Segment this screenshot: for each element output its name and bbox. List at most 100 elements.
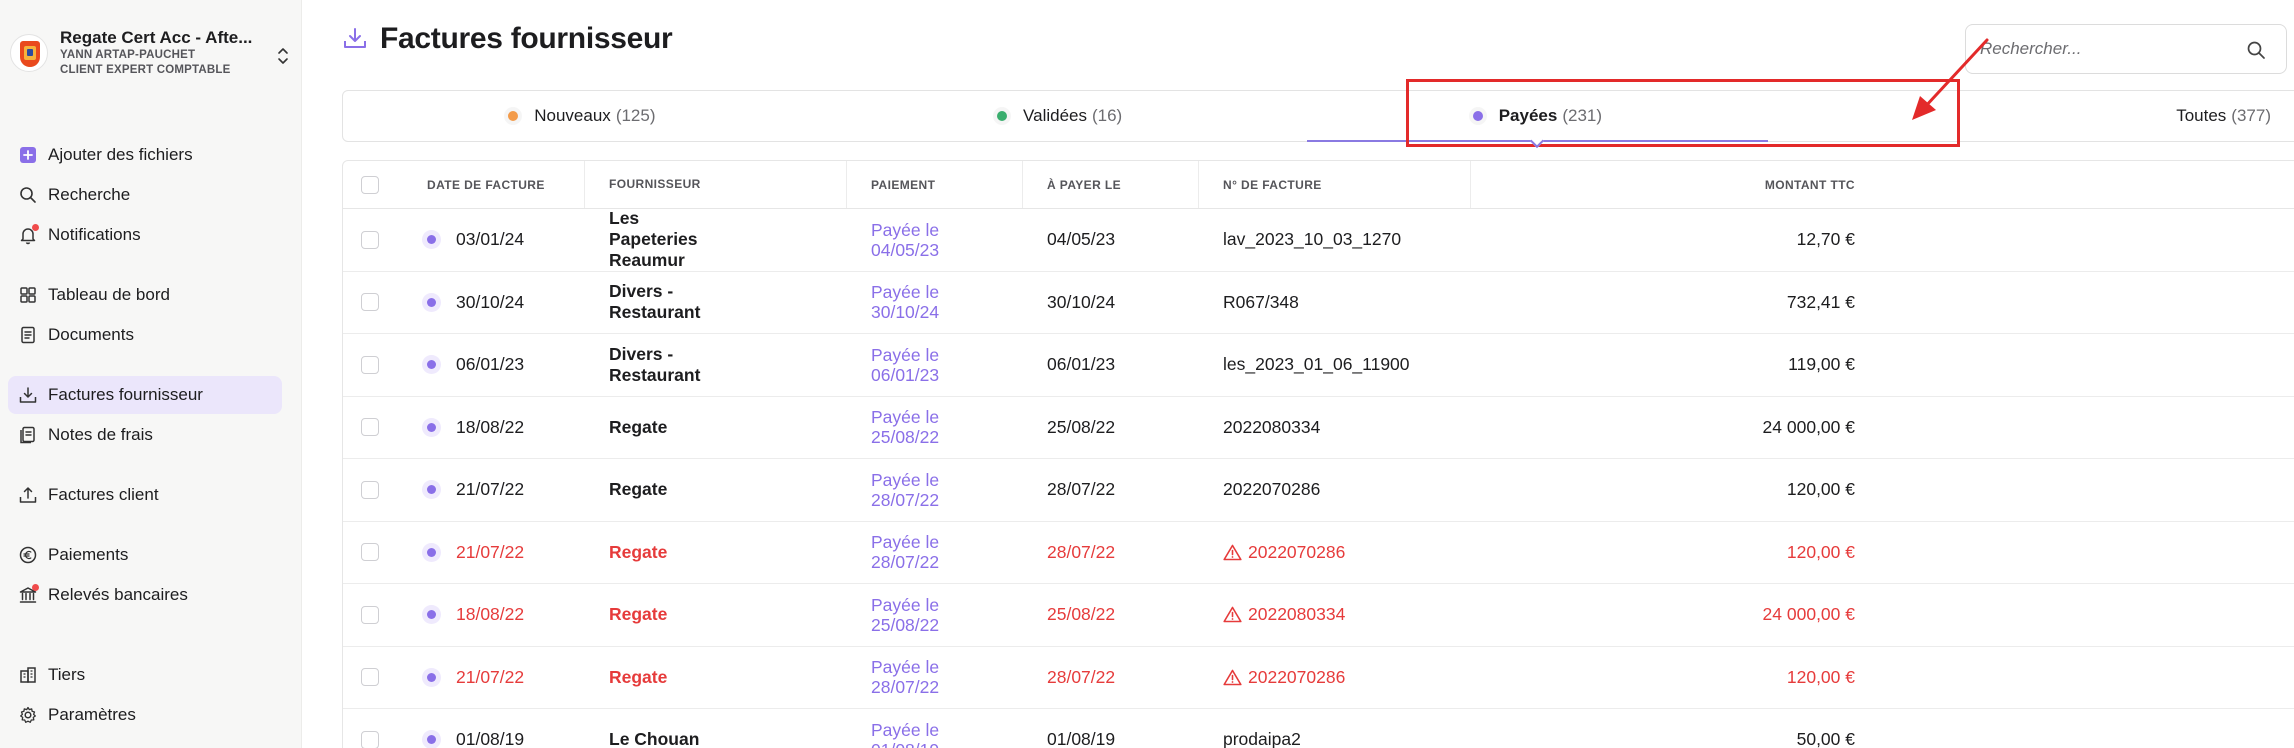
status-dot-icon [997,111,1008,121]
paid-status-icon [427,485,436,495]
invoice-date-cell: 01/08/19 [403,709,585,748]
table-row[interactable]: 21/07/22 Regate Payée le 28/07/22 28/07/22 2… [343,522,2294,584]
payment-cell: Payée le 28/07/22 [847,459,1023,521]
table-row[interactable]: 03/01/24 Les Papeteries Reaumur Payée le 0… [343,208,2294,272]
invoice-table: DATE DE FACTURE FOURNISSEUR PAIEMENT À P… [342,160,2294,748]
tab-count: (125) [615,106,656,125]
amount-cell: 119,00 € [1471,334,1875,396]
sidebar-item-documents[interactable]: Documents [8,316,282,354]
sidebar-item-label: Factures fournisseur [48,385,203,404]
sidebar-item-label: Paramètres [48,705,136,724]
select-all-checkbox[interactable] [361,175,379,194]
invoice-date: 21/07/22 [456,666,525,687]
row-checkbox[interactable] [361,543,379,562]
payment-cell: Payée le 04/05/23 [847,209,1023,271]
row-checkbox[interactable] [361,355,379,374]
row-checkbox[interactable] [361,418,379,437]
sidebar-item-label: Relevés bancaires [48,585,188,604]
tab-label: Nouveaux [534,106,611,125]
sidebar-item-releves-bancaires[interactable]: Relevés bancaires [8,576,282,614]
invoice-number-cell: prodaipa2 [1199,709,1471,748]
column-header-due-date[interactable]: À PAYER LE [1023,161,1199,208]
sidebar-item-notifications[interactable]: Notifications [8,216,282,254]
search-icon[interactable] [2246,40,2266,60]
sidebar-item-label: Tableau de bord [48,285,170,304]
invoice-number-cell: 2022070286 [1199,647,1471,709]
due-date: 30/10/24 [1047,291,1116,312]
document-icon [18,325,38,345]
tab-nouveaux[interactable]: Nouveaux (125) [343,91,821,141]
supplier-name: Regate [609,666,668,687]
tab-payees[interactable]: Payées (231) [1299,91,1777,142]
due-date: 01/08/19 [1047,729,1116,748]
column-header-supplier[interactable]: FOURNISSEUR [585,161,847,208]
sidebar-item-label: Paiements [48,545,129,564]
amount-ttc: 120,00 € [1786,541,1855,562]
invoice-date-cell: 06/01/23 [403,334,585,396]
paid-status-icon [427,735,436,745]
invoice-date: 30/10/24 [456,291,525,312]
sidebar-item-label: Factures client [48,485,159,504]
amount-cell: 12,70 € [1471,209,1875,271]
sidebar-item-paiements[interactable]: Paiements [8,536,282,574]
column-header-payment[interactable]: PAIEMENT [847,161,1023,208]
table-row[interactable]: 21/07/22 Regate Payée le 28/07/22 28/07/22 2… [343,647,2294,709]
sidebar-item-tiers[interactable]: Tiers [8,656,282,694]
page-header: Factures fournisseur [342,22,673,56]
due-date: 25/08/22 [1047,416,1116,437]
row-checkbox[interactable] [361,230,379,249]
table-row[interactable]: 01/08/19 Le Chouan Payée le 01/08/19 01/08/… [343,709,2294,748]
organization-switcher[interactable]: Regate Cert Acc - Afte... YANN ARTAP-PAU… [10,28,290,90]
sidebar-item-parametres[interactable]: Paramètres [8,696,282,734]
invoice-date-cell: 18/08/22 [403,584,585,646]
due-date: 06/01/23 [1047,354,1116,375]
supplier-cell: Regate [585,397,847,459]
column-header-date[interactable]: DATE DE FACTURE [403,161,585,208]
row-checkbox[interactable] [361,668,379,687]
sidebar-item-ajouter-des-fichiers[interactable]: Ajouter des fichiers [8,136,282,174]
search-icon [18,185,38,205]
due-date-cell: 25/08/22 [1023,584,1199,646]
search-box[interactable] [1965,24,2287,74]
sidebar-item-notes-de-frais[interactable]: Notes de frais [8,416,282,454]
amount-ttc: 732,41 € [1786,291,1855,312]
amount-ttc: 119,00 € [1788,354,1855,375]
paid-status-icon [427,547,436,557]
sidebar-item-recherche[interactable]: Recherche [8,176,282,214]
invoice-date: 18/08/22 [456,416,525,437]
row-select-cell [343,334,403,396]
invoice-date-cell: 21/07/22 [403,647,585,709]
row-checkbox[interactable] [361,730,379,748]
payment-cell: Payée le 01/08/19 [847,709,1023,748]
invoice-date-cell: 30/10/24 [403,272,585,334]
column-header-invoice-number[interactable]: N° DE FACTURE [1199,161,1471,208]
sidebar-item-tableau-de-bord[interactable]: Tableau de bord [8,276,282,314]
table-row[interactable]: 21/07/22 Regate Payée le 28/07/22 28/07/22 2… [343,459,2294,522]
table-row[interactable]: 18/08/22 Regate Payée le 25/08/22 25/08/22 2… [343,584,2294,647]
sidebar-item-label: Notes de frais [48,425,153,444]
sidebar-item-factures-fournisseur[interactable]: Factures fournisseur [8,376,282,414]
supplier-cell: Regate [585,522,847,584]
search-input[interactable] [1980,39,2240,59]
table-row[interactable]: 18/08/22 Regate Payée le 25/08/22 25/08/22 2… [343,397,2294,459]
sidebar-item-factures-client[interactable]: Factures client [8,476,282,514]
table-row[interactable]: 06/01/23 Divers - Restaurant Payée le 06/0… [343,334,2294,397]
row-select-cell [343,209,403,271]
payment-status: Payée le 01/08/19 [871,719,940,748]
invoice-date-cell: 21/07/22 [403,522,585,584]
select-all-cell [343,161,403,208]
invoice-number-cell: 2022070286 [1199,459,1471,521]
supplier-name: Les Papeteries Reaumur [609,208,698,271]
invoice-number-cell: lav_2023_10_03_1270 [1199,209,1471,271]
row-checkbox[interactable] [361,480,379,499]
tab-validees[interactable]: Validées (16) [821,91,1299,141]
row-checkbox[interactable] [361,605,379,624]
table-row[interactable]: 30/10/24 Divers - Restaurant Payée le 30/1… [343,272,2294,334]
payment-status: Payée le 28/07/22 [871,469,940,510]
tab-toutes[interactable]: Toutes (377) [1776,91,2294,141]
invoice-number-cell: 2022070286 [1199,522,1471,584]
payment-cell: Payée le 25/08/22 [847,397,1023,459]
column-header-amount[interactable]: MONTANT TTC [1471,161,1875,208]
sidebar-item-label: Notifications [48,225,141,244]
row-checkbox[interactable] [361,293,379,312]
